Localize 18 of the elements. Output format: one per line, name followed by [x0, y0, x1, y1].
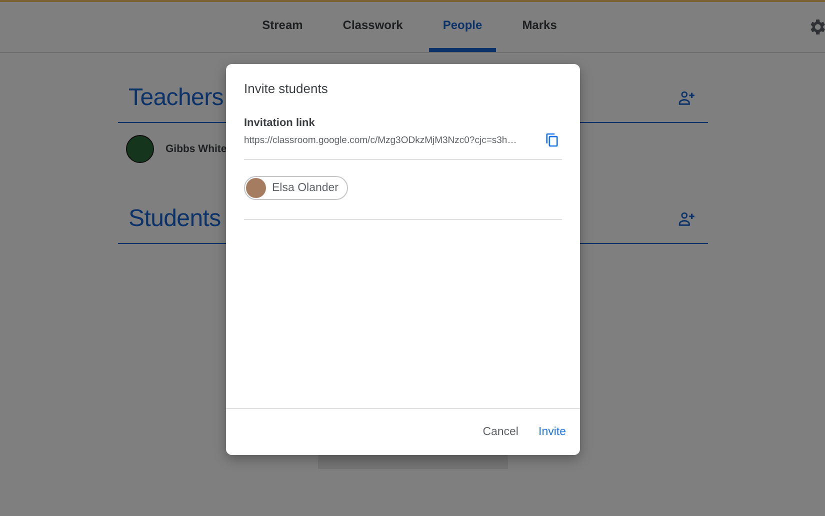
avatar [246, 178, 266, 198]
student-chip[interactable]: Elsa Olander [244, 176, 348, 200]
add-person-icon[interactable] [678, 212, 696, 226]
tab[interactable]: People [428, 2, 496, 52]
tab[interactable]: Stream [248, 2, 317, 52]
dialog-title: Invite students [244, 81, 329, 96]
section-heading: Students [128, 205, 221, 233]
dialog-button[interactable]: Cancel [474, 420, 526, 444]
student-name: Elsa Olander [272, 182, 338, 194]
link-label: Invitation link [244, 117, 316, 129]
add-person-icon[interactable] [678, 91, 696, 105]
copy-icon[interactable] [546, 133, 558, 147]
dialog-button[interactable]: Invite [530, 420, 574, 444]
avatar [126, 135, 154, 163]
tab[interactable]: Marks [508, 2, 571, 52]
person-name: Gibbs White [166, 143, 227, 155]
section-heading: Teachers [128, 84, 224, 112]
tab[interactable]: Classwork [328, 2, 417, 52]
